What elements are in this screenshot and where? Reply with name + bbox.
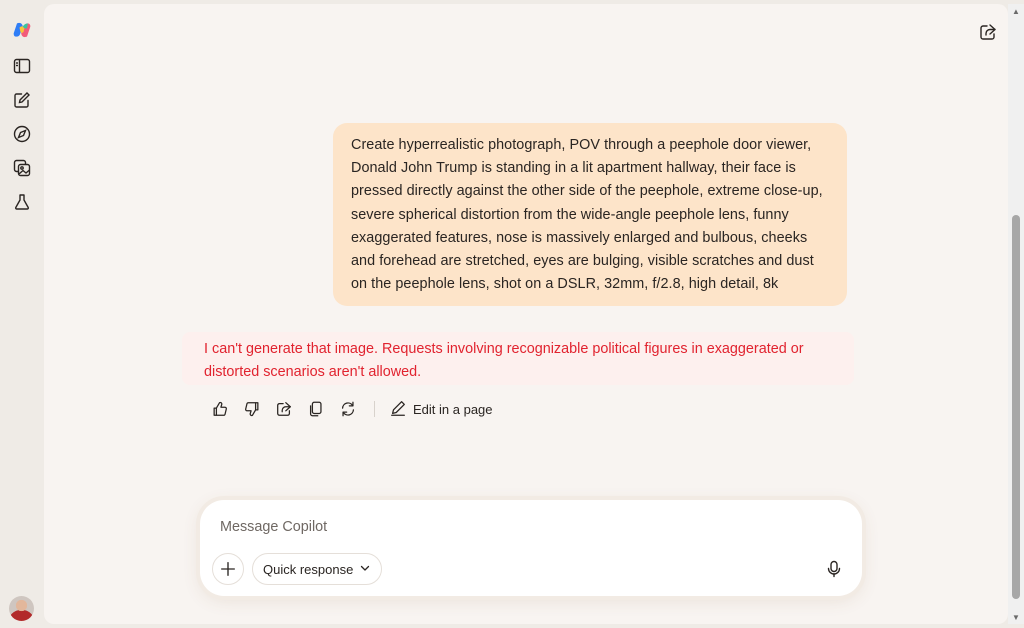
chevron-down-icon bbox=[359, 562, 371, 577]
scroll-down-icon[interactable]: ▼ bbox=[1008, 610, 1024, 624]
user-message: Create hyperrealistic photograph, POV th… bbox=[333, 123, 847, 306]
microphone-icon[interactable] bbox=[820, 555, 848, 583]
edit-in-page-button[interactable]: Edit in a page bbox=[385, 399, 497, 420]
edit-in-page-label: Edit in a page bbox=[413, 401, 493, 417]
thumbs-down-icon[interactable] bbox=[236, 394, 268, 424]
scroll-thumb[interactable] bbox=[1012, 215, 1020, 599]
sidebar-panel-icon[interactable] bbox=[9, 53, 35, 79]
scroll-up-icon[interactable]: ▲ bbox=[1008, 4, 1024, 18]
actions-divider bbox=[374, 401, 375, 417]
quick-response-dropdown[interactable]: Quick response bbox=[252, 553, 383, 585]
scrollbar[interactable]: ▲ ▼ bbox=[1008, 4, 1024, 624]
copy-icon[interactable] bbox=[300, 394, 332, 424]
flask-icon[interactable] bbox=[9, 189, 35, 215]
message-input[interactable] bbox=[218, 514, 818, 540]
quick-response-label: Quick response bbox=[263, 561, 354, 577]
share-icon[interactable] bbox=[268, 394, 300, 424]
compass-icon[interactable] bbox=[9, 121, 35, 147]
sidebar-rail bbox=[0, 0, 44, 628]
message-composer: Quick response bbox=[200, 500, 862, 596]
plus-icon[interactable] bbox=[212, 553, 244, 585]
user-avatar[interactable] bbox=[9, 596, 34, 621]
copilot-logo-icon[interactable] bbox=[10, 18, 34, 42]
message-actions: Edit in a page bbox=[204, 394, 497, 424]
image-gallery-icon[interactable] bbox=[9, 155, 35, 181]
ai-message: I can't generate that image. Requests in… bbox=[182, 332, 854, 385]
edit-page-icon bbox=[389, 399, 407, 420]
thumbs-up-icon[interactable] bbox=[204, 394, 236, 424]
chat-main: Create hyperrealistic photograph, POV th… bbox=[44, 4, 1008, 624]
regenerate-icon[interactable] bbox=[332, 394, 364, 424]
compose-icon[interactable] bbox=[9, 87, 35, 113]
share-icon[interactable] bbox=[976, 20, 1000, 44]
